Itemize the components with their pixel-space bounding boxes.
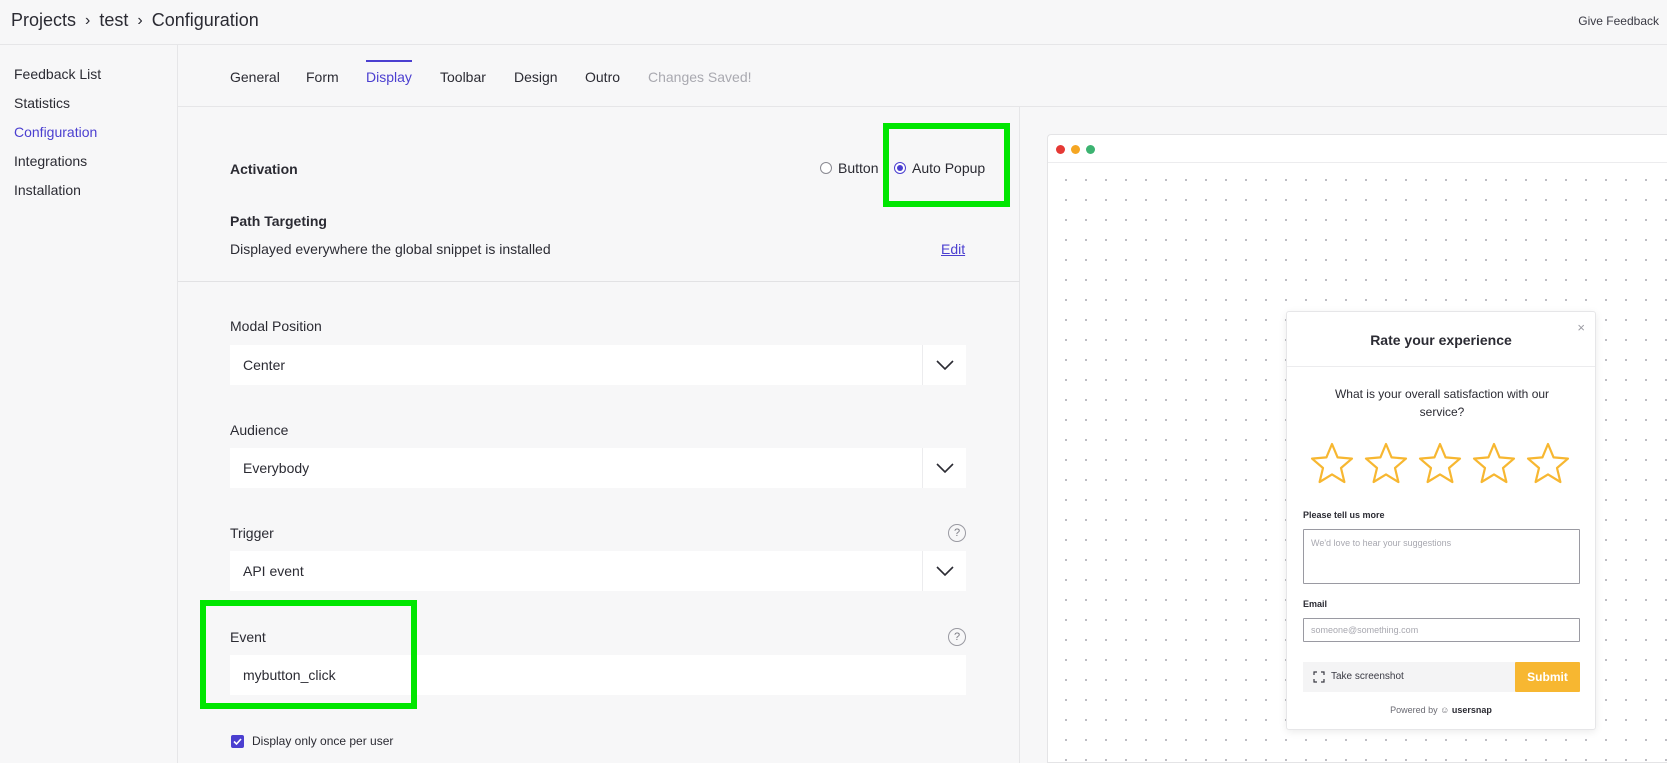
- top-bar: Projects › test › Configuration Give Fee…: [0, 0, 1667, 45]
- powered-by-footer: Powered by ☺ usersnap: [1287, 705, 1595, 715]
- breadcrumb-projects[interactable]: Projects: [11, 10, 76, 31]
- breadcrumb: Projects › test › Configuration: [11, 10, 259, 31]
- path-targeting-description: Displayed everywhere the global snippet …: [230, 241, 551, 257]
- tab-form[interactable]: Form: [306, 69, 339, 85]
- activation-option-button[interactable]: Button: [820, 160, 878, 176]
- modal-position-label: Modal Position: [230, 318, 322, 334]
- widget-divider: [1287, 366, 1595, 367]
- radio-selected-icon[interactable]: [894, 162, 906, 174]
- activation-option-auto-popup[interactable]: Auto Popup: [894, 160, 985, 176]
- breadcrumb-project-test[interactable]: test: [99, 10, 128, 31]
- star-icon[interactable]: [1310, 442, 1354, 484]
- display-once-checkbox-row[interactable]: Display only once per user: [231, 734, 393, 748]
- audience-value: Everybody: [243, 460, 310, 476]
- star-icon[interactable]: [1526, 442, 1570, 484]
- powered-by-text: Powered by: [1390, 705, 1438, 715]
- email-label: Email: [1303, 599, 1328, 609]
- section-divider: [178, 281, 1020, 282]
- trigger-select[interactable]: API event: [230, 551, 966, 591]
- preview-window-bar: [1048, 135, 1667, 163]
- star-icon[interactable]: [1364, 442, 1408, 484]
- changes-saved-status: Changes Saved!: [648, 69, 752, 85]
- chevron-down-icon: [936, 463, 954, 473]
- sidebar-item-configuration[interactable]: Configuration: [14, 124, 97, 140]
- submit-button[interactable]: Submit: [1515, 662, 1580, 692]
- breadcrumb-separator-icon: ›: [137, 11, 143, 29]
- trigger-dropdown[interactable]: [922, 551, 966, 591]
- email-field[interactable]: [1303, 618, 1580, 642]
- audience-dropdown[interactable]: [922, 448, 966, 488]
- breadcrumb-separator-icon: ›: [85, 11, 91, 29]
- sidebar: Feedback List Statistics Configuration I…: [0, 45, 178, 763]
- trigger-label: Trigger: [230, 525, 274, 541]
- sidebar-item-integrations[interactable]: Integrations: [14, 153, 87, 169]
- give-feedback-link[interactable]: Give Feedback: [1578, 14, 1659, 28]
- active-tab-indicator: [366, 60, 412, 62]
- window-close-dot-icon: [1056, 145, 1065, 154]
- modal-position-value: Center: [243, 357, 286, 373]
- trigger-value: API event: [243, 563, 304, 579]
- breadcrumb-configuration: Configuration: [151, 10, 259, 30]
- event-input[interactable]: [230, 655, 966, 695]
- tab-display[interactable]: Display: [366, 69, 412, 85]
- star-rating: [1310, 442, 1580, 486]
- star-icon[interactable]: [1472, 442, 1516, 484]
- widget-question: What is your overall satisfaction with o…: [1334, 387, 1550, 419]
- path-targeting-edit-link[interactable]: Edit: [941, 241, 965, 257]
- audience-label: Audience: [230, 422, 289, 438]
- suggestions-textarea[interactable]: [1303, 529, 1580, 584]
- tab-design[interactable]: Design: [514, 69, 558, 85]
- sidebar-item-statistics[interactable]: Statistics: [14, 95, 70, 111]
- activation-label: Activation: [230, 161, 298, 177]
- path-targeting-label: Path Targeting: [230, 213, 327, 229]
- radio-button-icon[interactable]: [820, 162, 832, 174]
- close-icon[interactable]: ×: [1577, 320, 1585, 335]
- sidebar-item-feedback-list[interactable]: Feedback List: [14, 66, 101, 82]
- event-help-icon[interactable]: ?: [948, 628, 966, 646]
- activation-option-auto-popup-label: Auto Popup: [912, 160, 986, 176]
- event-label: Event: [230, 629, 266, 645]
- take-screenshot-button[interactable]: Take screenshot: [1303, 662, 1515, 692]
- feedback-widget: Rate your experience × What is your over…: [1286, 311, 1596, 730]
- window-minimize-dot-icon: [1071, 145, 1080, 154]
- chevron-down-icon: [936, 566, 954, 576]
- star-icon[interactable]: [1418, 442, 1462, 484]
- config-tabs: General Form Display Toolbar Design Outr…: [178, 45, 1667, 107]
- audience-select[interactable]: Everybody: [230, 448, 966, 488]
- modal-position-dropdown[interactable]: [922, 345, 966, 385]
- sidebar-item-installation[interactable]: Installation: [14, 182, 81, 198]
- modal-position-select[interactable]: Center: [230, 345, 966, 385]
- take-screenshot-label: Take screenshot: [1331, 671, 1404, 682]
- screenshot-crop-icon: [1313, 671, 1325, 683]
- tab-outro[interactable]: Outro: [585, 69, 620, 85]
- usersnap-logo-icon: ☺: [1440, 705, 1450, 715]
- window-maximize-dot-icon: [1086, 145, 1095, 154]
- display-once-label: Display only once per user: [252, 734, 394, 748]
- usersnap-brand: usersnap: [1451, 705, 1492, 715]
- tab-toolbar[interactable]: Toolbar: [440, 69, 486, 85]
- checkbox-checked-icon[interactable]: [231, 734, 244, 748]
- activation-option-button-label: Button: [838, 160, 879, 176]
- widget-title: Rate your experience: [1370, 332, 1512, 348]
- tell-us-more-label: Please tell us more: [1303, 510, 1385, 520]
- trigger-help-icon[interactable]: ?: [948, 524, 966, 542]
- tab-general[interactable]: General: [230, 69, 280, 85]
- chevron-down-icon: [936, 360, 954, 370]
